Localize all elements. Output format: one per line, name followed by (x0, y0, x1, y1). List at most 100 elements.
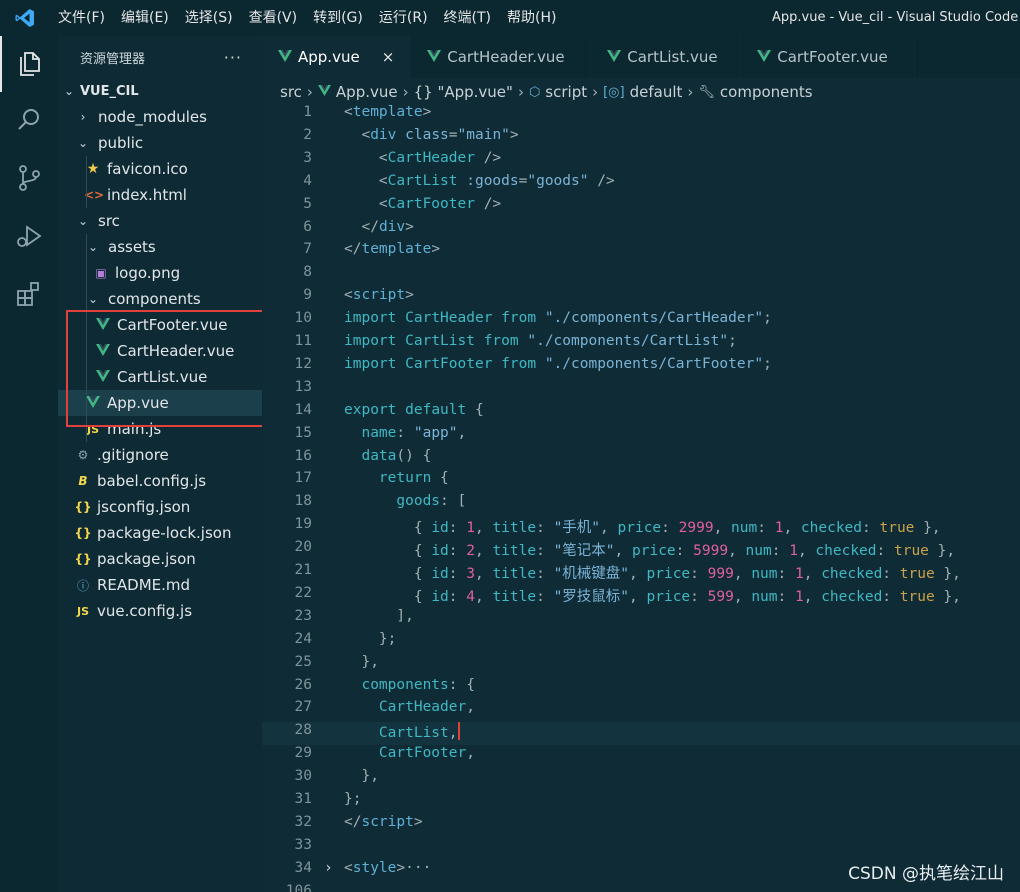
code-line[interactable]: 13 (262, 379, 1020, 402)
line-number: 8 (303, 264, 312, 281)
code-line[interactable]: 18 goods: [ (262, 493, 1020, 516)
line-number: 30 (294, 768, 312, 785)
code-line[interactable]: 27 CartHeader, (262, 699, 1020, 722)
code-line[interactable]: 1 <template> (262, 104, 1020, 127)
code-line[interactable]: 26 components: { (262, 677, 1020, 700)
tree-item-node-modules[interactable]: › node_modules (58, 104, 262, 130)
tree-item-src[interactable]: ⌄ src (58, 208, 262, 234)
code-line[interactable]: 30 }, (262, 768, 1020, 791)
breadcrumb-src[interactable]: src (280, 83, 302, 101)
menu-go[interactable]: 转到(G) (305, 0, 371, 36)
line-number: 34 (294, 859, 312, 876)
tree-item-logo-png[interactable]: ▣ logo.png (58, 260, 262, 286)
tree-item-components[interactable]: ⌄ components (58, 286, 262, 312)
breadcrumb-module[interactable]: {} "App.vue" (414, 83, 513, 101)
menu-terminal[interactable]: 终端(T) (436, 0, 499, 36)
extensions-icon[interactable] (0, 266, 58, 322)
line-number: 14 (294, 401, 312, 418)
code-line[interactable]: 29 CartFooter, (262, 745, 1020, 768)
code-line[interactable]: 7 </template> (262, 241, 1020, 264)
menu-edit[interactable]: 编辑(E) (113, 0, 177, 36)
wrench-icon: 🔧︎ (698, 84, 715, 100)
line-number: 4 (303, 172, 312, 189)
code-line[interactable]: 28 CartList, (262, 722, 1020, 746)
chevron-down-icon: ⌄ (87, 292, 99, 306)
line-number: 11 (294, 333, 312, 349)
menu-file[interactable]: 文件(F) (50, 0, 113, 36)
code-line[interactable]: 3 <CartHeader /> (262, 150, 1020, 173)
code-line[interactable]: 4 <CartList :goods="goods" /> (262, 173, 1020, 196)
run-debug-icon[interactable] (0, 208, 58, 264)
code-line[interactable]: 16 data() { (262, 448, 1020, 471)
line-number: 20 (294, 539, 312, 556)
source-control-icon[interactable] (0, 150, 58, 206)
breadcrumb-file[interactable]: App.vue (317, 83, 398, 101)
code-line[interactable]: 6 </div> (262, 219, 1020, 242)
code-line[interactable]: 32 </script> (262, 814, 1020, 837)
code-text: return { (378, 470, 449, 487)
code-line[interactable]: 14 export default { (262, 402, 1020, 425)
code-line[interactable]: 25 }, (262, 654, 1020, 677)
tree-item-vue-config[interactable]: JS vue.config.js (58, 598, 262, 624)
code-line[interactable]: 9 <script> (262, 287, 1020, 310)
variable-icon: [◎] (603, 84, 625, 100)
code-line[interactable]: 2 <div class="main"> (262, 127, 1020, 150)
code-line[interactable]: 8 (262, 264, 1020, 287)
tree-item-readme[interactable]: ⓘ README.md (58, 572, 262, 598)
code-line[interactable]: 21 { id: 3, title: "机械键盘", price: 999, n… (262, 562, 1020, 585)
close-icon[interactable]: × (382, 48, 395, 66)
code-line[interactable]: 22 { id: 4, title: "罗技鼠标", price: 599, n… (262, 585, 1020, 608)
search-icon[interactable] (0, 92, 58, 148)
code-line[interactable]: 20 { id: 2, title: "笔记本", price: 5999, n… (262, 539, 1020, 562)
code-line[interactable]: 33 (262, 837, 1020, 860)
code-line[interactable]: 11 import CartList from "./components/Car… (262, 333, 1020, 356)
menu-view[interactable]: 查看(V) (241, 0, 306, 36)
tree-item-package-lock[interactable]: {} package-lock.json (58, 520, 262, 546)
tab-cartlist[interactable]: CartList.vue (591, 36, 742, 78)
code-text: import CartHeader from "./components/Car… (344, 310, 772, 327)
code-text: name: "app", (361, 424, 467, 441)
more-actions-icon[interactable]: ··· (224, 48, 242, 67)
breadcrumb-separator: › (687, 83, 694, 101)
tree-item-gitignore[interactable]: ⚙ .gitignore (58, 442, 262, 468)
code-line[interactable]: 106 (262, 883, 1020, 892)
breadcrumb-default[interactable]: [◎] default (603, 83, 682, 101)
tab-cartfooter[interactable]: CartFooter.vue (741, 36, 916, 78)
tree-item-jsconfig[interactable]: {} jsconfig.json (58, 494, 262, 520)
code-line[interactable]: 5 <CartFooter /> (262, 196, 1020, 219)
code-line[interactable]: 23 ], (262, 608, 1020, 631)
tree-item-babel-config[interactable]: B babel.config.js (58, 468, 262, 494)
chevron-down-icon: ⌄ (77, 136, 89, 150)
indent-guide (86, 156, 87, 208)
breadcrumb-script[interactable]: ⬡ script (529, 83, 587, 101)
code-line[interactable]: 24 }; (262, 631, 1020, 654)
code-line[interactable]: 31}; (262, 791, 1020, 814)
tree-item-favicon[interactable]: ★ favicon.ico (58, 156, 262, 182)
title-bar: 文件(F) 编辑(E) 选择(S) 查看(V) 转到(G) 运行(R) 终端(T… (0, 0, 1020, 36)
code-line[interactable]: 10 import CartHeader from "./components/C… (262, 310, 1020, 333)
breadcrumb-components[interactable]: 🔧︎ components (698, 83, 812, 101)
explorer-icon[interactable] (0, 36, 58, 92)
code-line[interactable]: 17 return { (262, 470, 1020, 493)
menu-selection[interactable]: 选择(S) (177, 0, 241, 36)
workspace-root[interactable]: ⌄ VUE_CIL (58, 78, 262, 104)
code-line[interactable]: 15 name: "app", (262, 425, 1020, 448)
code-text: <CartFooter /> (378, 195, 502, 212)
code-line[interactable]: 19 { id: 1, title: "手机", price: 2999, nu… (262, 516, 1020, 539)
tree-item-public[interactable]: ⌄ public (58, 130, 262, 156)
code-text: { id: 2, title: "笔记本", price: 5999, num:… (413, 543, 956, 560)
line-number: 13 (294, 378, 312, 395)
menu-help[interactable]: 帮助(H) (499, 0, 564, 36)
fold-chevron-icon[interactable]: › (324, 860, 333, 876)
tab-app-vue[interactable]: App.vue × (262, 36, 412, 78)
tree-item-assets[interactable]: ⌄ assets (58, 234, 262, 260)
tree-item-package-json[interactable]: {} package.json (58, 546, 262, 572)
code-line[interactable]: 12 import CartFooter from "./components/C… (262, 356, 1020, 379)
tab-cartheader[interactable]: CartHeader.vue (411, 36, 592, 78)
tree-item-index-html[interactable]: <> index.html (58, 182, 262, 208)
code-text: goods: [ (396, 493, 467, 510)
watermark: CSDN @执笔绘江山 (848, 864, 1004, 884)
code-text: CartFooter, (378, 745, 475, 762)
line-number: 21 (294, 562, 312, 578)
menu-run[interactable]: 运行(R) (371, 0, 436, 36)
